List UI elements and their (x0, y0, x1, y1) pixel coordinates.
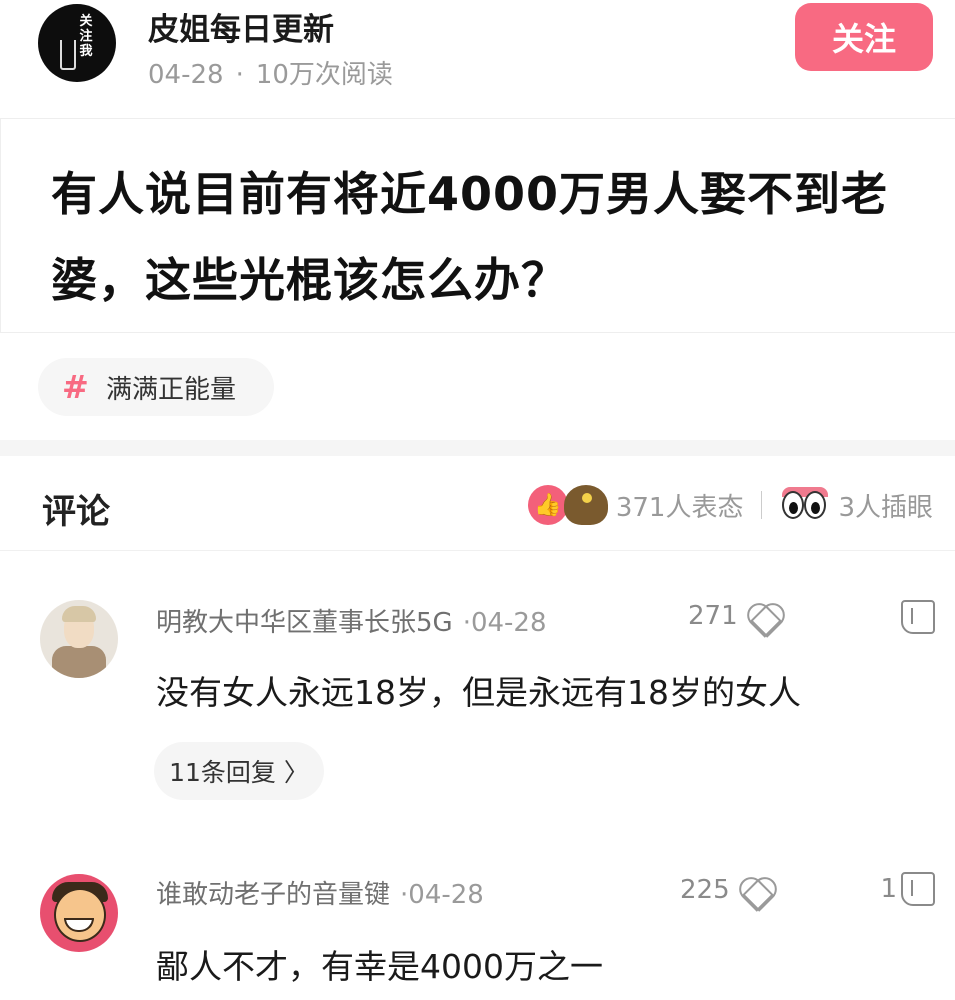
eyes-icon (780, 487, 830, 523)
avatar-text: 关注我 (79, 14, 93, 59)
avatar-figure-icon (60, 40, 76, 70)
thumbs-up-icon: 👍 (527, 485, 568, 525)
eyes-count: 3人插眼 (838, 492, 933, 523)
title-card: 有人说目前有将近4000万男人娶不到老婆，这些光棍该怎么办？ (0, 118, 955, 333)
comment-date: ·04-28 (462, 608, 547, 638)
meta-separator: · (235, 60, 244, 90)
follow-button[interactable]: 关注 (795, 3, 933, 71)
commenter-avatar[interactable] (40, 874, 118, 952)
comment-text: 没有女人永远18岁，但是永远有18岁的女人 (156, 673, 801, 712)
dislike-button[interactable] (897, 600, 935, 634)
commenter-username: 谁敢动老子的音量键 (156, 880, 391, 910)
like-button[interactable]: 225 (680, 872, 776, 908)
reaction-separator (761, 491, 763, 519)
dislike-count: 1 (880, 874, 897, 904)
read-count: 10万次阅读 (255, 60, 393, 90)
reaction-emoji-icon (563, 485, 608, 525)
comment-text: 鄙人不才，有幸是4000万之一 (156, 947, 603, 986)
post-meta: 04-28 · 10万次阅读 (148, 54, 393, 91)
like-button[interactable]: 271 (688, 598, 784, 634)
commenter-avatar[interactable] (40, 600, 118, 678)
topic-tag[interactable]: # 满满正能量 (38, 358, 274, 416)
post-header: 关注我 皮姐每日更新 04-28 · 10万次阅读 关注 (0, 0, 955, 110)
comment-date: ·04-28 (400, 880, 484, 910)
heart-icon (736, 872, 776, 908)
tag-label: 满满正能量 (106, 374, 237, 405)
thumbs-down-icon (901, 872, 935, 906)
comments-divider (0, 550, 955, 551)
post-title: 有人说目前有将近4000万男人娶不到老婆，这些光棍该怎么办？ (51, 167, 889, 307)
view-replies-button[interactable]: 11条回复 〉 (154, 742, 324, 800)
author-name[interactable]: 皮姐每日更新 (148, 4, 334, 49)
post-date: 04-28 (148, 60, 224, 90)
dislike-button[interactable]: 1 (880, 872, 935, 906)
commenter-username: 明教大中华区董事长张5G (156, 608, 453, 638)
hash-icon: # (62, 368, 89, 406)
like-count: 271 (688, 601, 738, 631)
reactions-summary[interactable]: 👍 371人表态 3人插眼 (527, 480, 933, 530)
reactions-count: 371人表态 (615, 492, 744, 523)
author-avatar[interactable]: 关注我 (38, 4, 116, 82)
section-divider (0, 440, 955, 456)
comments-title: 评论 (42, 492, 110, 532)
heart-icon (744, 598, 784, 634)
commenter-name[interactable]: 谁敢动老子的音量键 ·04-28 (156, 874, 484, 911)
like-count: 225 (680, 875, 730, 905)
commenter-name[interactable]: 明教大中华区董事长张5G ·04-28 (156, 602, 547, 639)
thumbs-down-icon (901, 600, 935, 634)
